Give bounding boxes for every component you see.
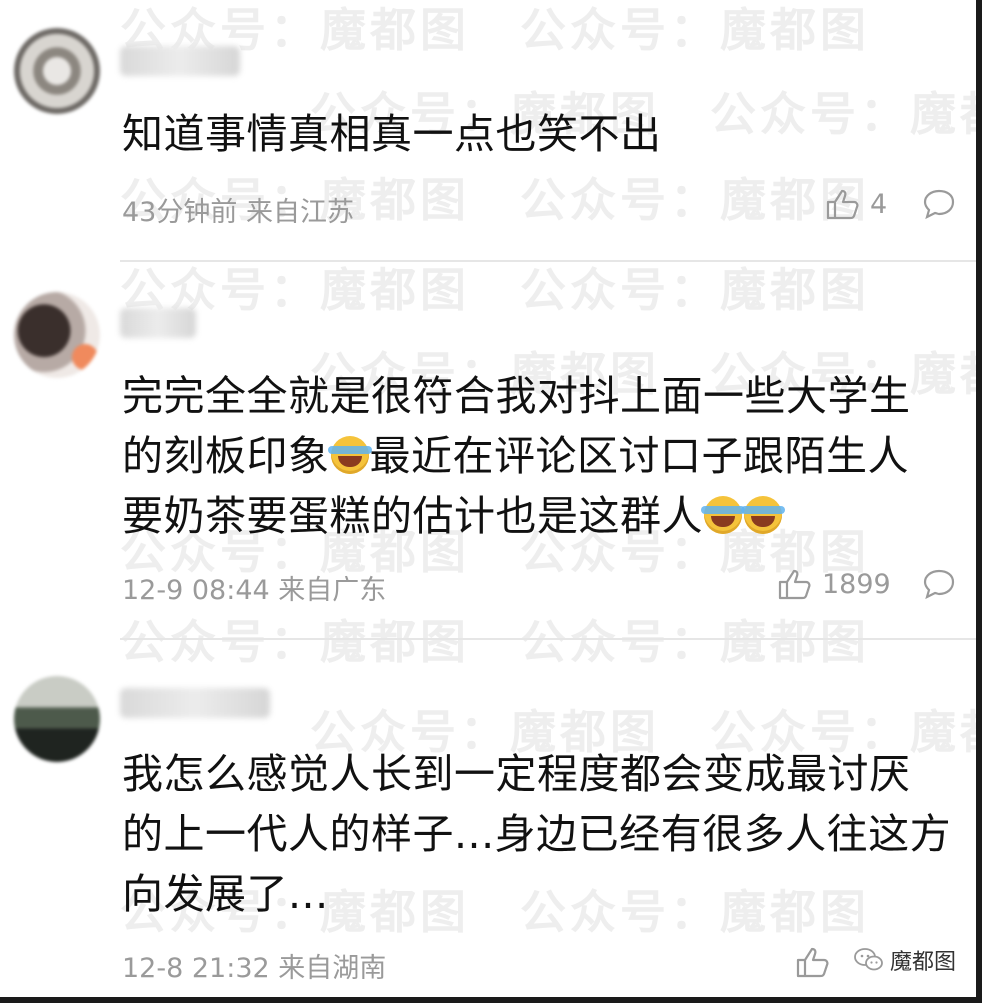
thumbs-up-icon bbox=[796, 947, 829, 978]
comment-text-segment: 最近在评论区讨口子跟陌生人 bbox=[369, 432, 909, 480]
avatar[interactable] bbox=[14, 28, 100, 114]
like-button[interactable]: 4 bbox=[826, 188, 887, 220]
comment-item: 我怎么感觉人长到一定程度都会变成最讨厌 的上一代人的样子...身边已经有很多人往… bbox=[0, 640, 976, 997]
comment-item: 完完全全就是很符合我对抖上面一些大学生 的刻板印象 最近在评论区讨口子跟陌生人 要… bbox=[0, 262, 976, 640]
comment-text: 完完全全就是很符合我对抖上面一些大学生 的刻板印象 最近在评论区讨口子跟陌生人 要… bbox=[122, 366, 960, 546]
laughing-crying-emoji-icon bbox=[741, 496, 785, 534]
comment-bubble-icon[interactable] bbox=[922, 188, 956, 220]
username-blurred[interactable] bbox=[120, 688, 270, 718]
like-button[interactable]: 1899 bbox=[778, 568, 891, 600]
comment-meta: 43分钟前 来自江苏 bbox=[122, 190, 354, 229]
brand-badge: 魔都图 bbox=[854, 944, 956, 976]
username-blurred[interactable] bbox=[120, 46, 240, 76]
comment-text: 知道事情真相真一点也笑不出 bbox=[122, 104, 960, 164]
comment-text-line: 向发展了... bbox=[122, 870, 329, 918]
comment-time: 12-8 21:32 bbox=[122, 953, 270, 984]
comment-text-line: 的刻板印象 最近在评论区讨口子跟陌生人 bbox=[122, 426, 960, 486]
comment-text-line: 完完全全就是很符合我对抖上面一些大学生 bbox=[122, 372, 911, 420]
laughing-crying-emoji-icon bbox=[701, 496, 745, 534]
comment-meta: 12-9 08:44 来自广东 bbox=[122, 568, 386, 607]
thumbs-up-icon bbox=[778, 569, 811, 600]
username-blurred[interactable] bbox=[120, 308, 196, 338]
like-count: 4 bbox=[870, 188, 888, 220]
comment-location: 来自广东 bbox=[278, 575, 387, 606]
avatar[interactable] bbox=[14, 292, 100, 378]
comment-text-segment: 的刻板印象 bbox=[122, 432, 330, 480]
comment-location: 来自湖南 bbox=[278, 953, 387, 984]
comment-text: 我怎么感觉人长到一定程度都会变成最讨厌 的上一代人的样子...身边已经有很多人往… bbox=[122, 744, 960, 924]
wechat-icon bbox=[854, 948, 883, 971]
comment-time: 12-9 08:44 bbox=[122, 575, 270, 606]
avatar[interactable] bbox=[14, 676, 100, 762]
like-button[interactable] bbox=[796, 946, 840, 978]
brand-name: 魔都图 bbox=[889, 950, 956, 975]
comment-bubble-icon[interactable] bbox=[922, 568, 956, 600]
comment-text-line: 知道事情真相真一点也笑不出 bbox=[122, 110, 662, 158]
thumbs-up-icon bbox=[826, 189, 859, 220]
laughing-crying-emoji-icon bbox=[327, 436, 372, 474]
comment-text-line: 我怎么感觉人长到一定程度都会变成最讨厌 bbox=[122, 750, 911, 798]
comment-text-line: 要奶茶要蛋糕的估计也是这群人 bbox=[122, 486, 960, 546]
like-count: 1899 bbox=[822, 568, 891, 600]
comment-text-segment: 要奶茶要蛋糕的估计也是这群人 bbox=[122, 492, 703, 540]
comment-time: 43分钟前 bbox=[122, 197, 238, 228]
comment-location: 来自江苏 bbox=[245, 197, 354, 228]
comment-text-line: 的上一代人的样子...身边已经有很多人往这方 bbox=[122, 810, 952, 858]
comment-meta: 12-8 21:32 来自湖南 bbox=[122, 946, 386, 985]
comment-item: 知道事情真相真一点也笑不出 43分钟前 来自江苏 4 bbox=[0, 0, 976, 262]
comment-list-panel: 公众号：魔都图 公众号：魔都图 公众号：魔都图 公众号：魔都图 公众号：魔都图 … bbox=[0, 0, 982, 1003]
